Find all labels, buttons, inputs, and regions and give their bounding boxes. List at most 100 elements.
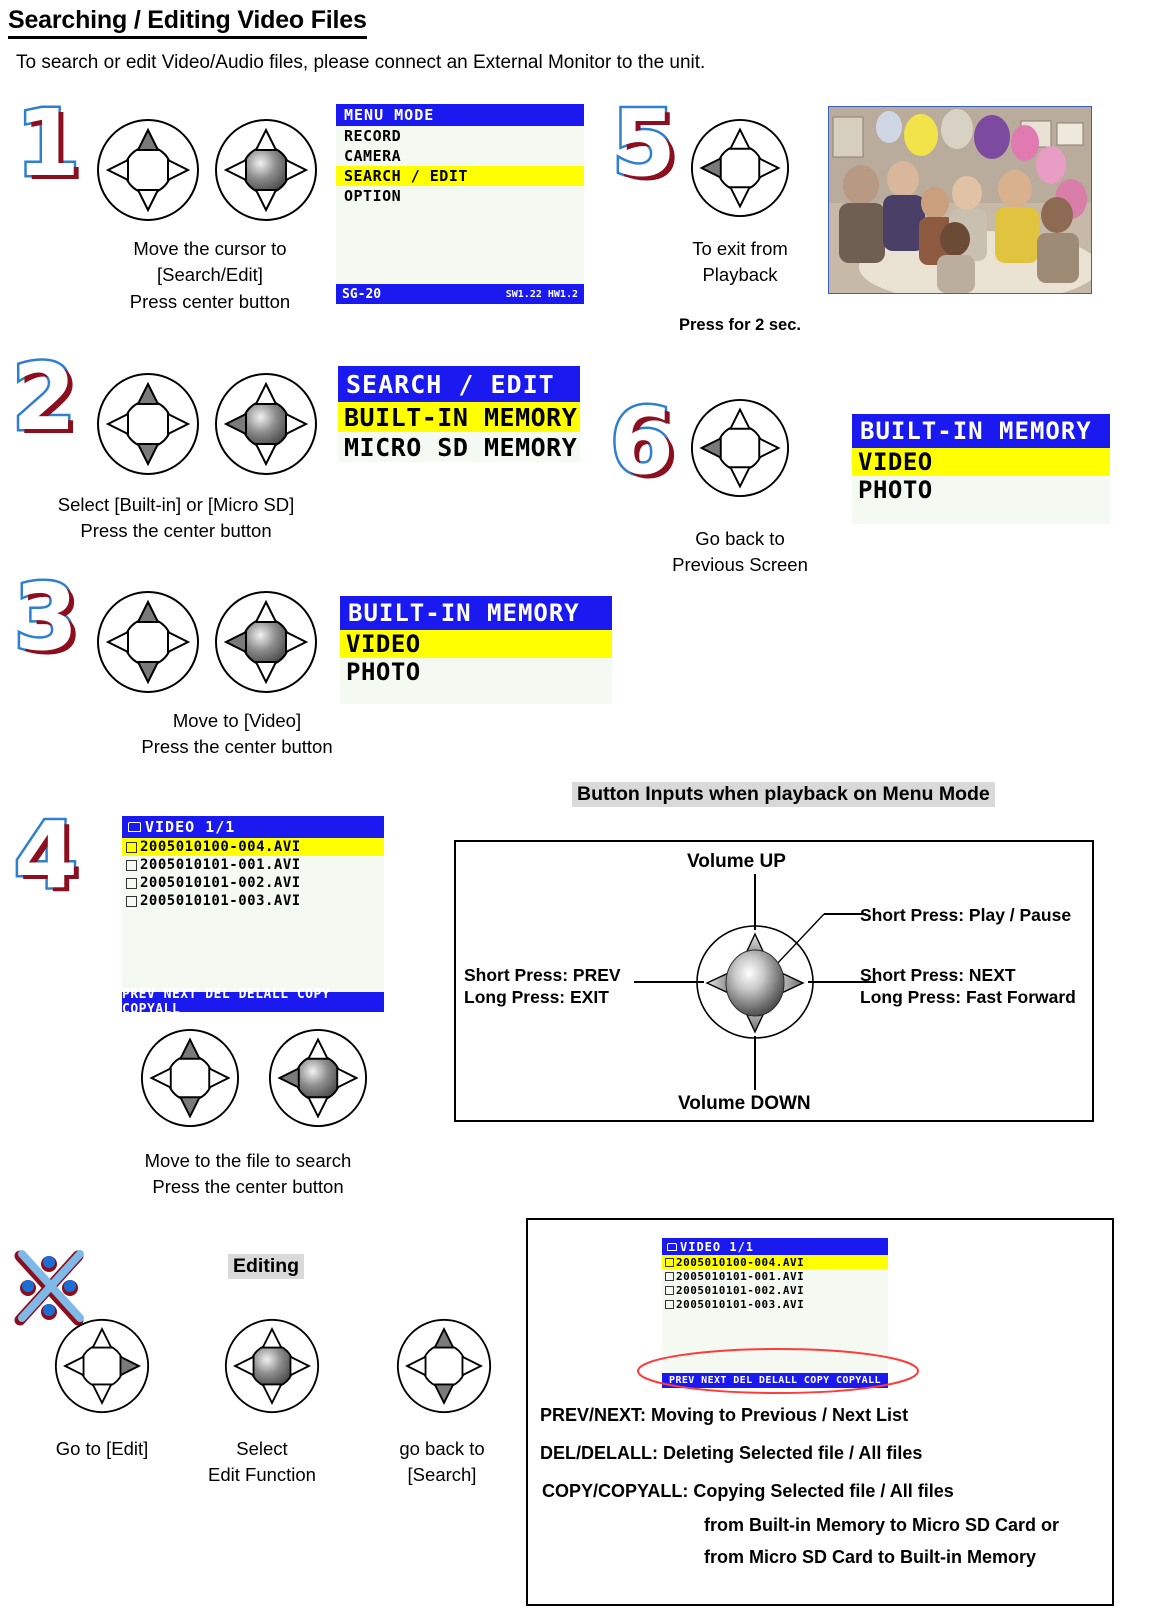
step3-caption-line-1: Move to [Video] bbox=[172, 710, 302, 731]
dpad-step6-left[interactable] bbox=[690, 398, 790, 498]
dpad-step4-up[interactable] bbox=[140, 1028, 240, 1128]
lcd-search-edit: SEARCH / EDIT BUILT-IN MEMORY MICRO SD M… bbox=[338, 366, 580, 476]
step-number-4: 4 bbox=[11, 802, 80, 909]
lcd-footbar: SG-20 SW1.22 HW1.2 bbox=[336, 284, 584, 304]
toolbar-info-line-2: DEL/DELALL: Deleting Selected file / All… bbox=[540, 1443, 923, 1463]
lcd-row-photo-2: PHOTO bbox=[858, 476, 933, 504]
lcd-row-record: RECORD bbox=[344, 127, 402, 145]
lcd-file-name-3: 2005010101-002.AVI bbox=[140, 875, 301, 891]
button-inputs-diagram: Volume UP Volume DOWN Short Press: PREV … bbox=[454, 840, 1094, 1122]
step4-caption-line-2: Press the center button bbox=[152, 1176, 344, 1198]
toolbar-info-line-5: from Micro SD Card to Built-in Memory bbox=[704, 1547, 1037, 1567]
lcd2-file-toolbar: PREV NEXT DEL DELALL COPY COPYALL bbox=[662, 1373, 888, 1388]
file-icon bbox=[665, 1271, 674, 1281]
step-number-2: 2 bbox=[9, 344, 78, 451]
step1-caption-line-2: [Search/Edit] bbox=[157, 264, 263, 286]
step1-caption-line-3: Press center button bbox=[129, 290, 291, 312]
dpad-step3-center[interactable] bbox=[214, 590, 318, 694]
lcd-row-built-in: BUILT-IN MEMORY bbox=[338, 402, 580, 432]
lcd-built-in-memory-2: BUILT-IN MEMORY VIDEO PHOTO bbox=[852, 414, 1110, 524]
lcd-file-row-3: 2005010101-002.AVI bbox=[122, 874, 384, 892]
lcd-file-name-2: 2005010101-001.AVI bbox=[140, 857, 301, 873]
lcd2-file-name-2: 2005010101-001.AVI bbox=[676, 1269, 805, 1283]
lcd-title-video-list: VIDEO 1/1 bbox=[122, 816, 384, 838]
edit-caption-2-line-1: Select bbox=[236, 1438, 288, 1459]
dpad-step1-up[interactable] bbox=[96, 118, 200, 222]
step1-caption: Move the cursor to [Search/Edit] Press c… bbox=[96, 236, 324, 315]
toolbar-info-line-1: PREV/NEXT: Moving to Previous / Next Lis… bbox=[540, 1405, 909, 1425]
lcd-title-search-edit: SEARCH / EDIT bbox=[338, 366, 580, 402]
lcd2-file-row-1: 2005010100-004.AVI bbox=[662, 1255, 888, 1269]
lcd-file-name-1: 2005010100-004.AVI bbox=[140, 839, 301, 855]
dpad-step3-up[interactable] bbox=[96, 590, 200, 694]
step2-caption: Select [Built-in] or [Micro SD] Press th… bbox=[26, 492, 326, 545]
lcd2-file-name-3: 2005010101-002.AVI bbox=[676, 1283, 805, 1297]
lcd-title: MENU MODE bbox=[336, 104, 584, 126]
lcd-file-name-4: 2005010101-003.AVI bbox=[140, 893, 301, 909]
toolbar-info-line-4: from Built-in Memory to Micro SD Card or bbox=[704, 1515, 1060, 1535]
lcd-video-list-2: VIDEO 1/1 2005010100-004.AVI 2005010101-… bbox=[662, 1238, 888, 1388]
file-icon bbox=[126, 841, 137, 853]
dpad-step2-center[interactable] bbox=[214, 372, 318, 476]
edit-caption-3-line-1: go back to bbox=[399, 1438, 485, 1459]
lcd-video-list: VIDEO 1/1 2005010100-004.AVI 2005010101-… bbox=[122, 816, 384, 1012]
step5-caption: To exit from Playback bbox=[646, 236, 834, 289]
lcd-title-video-list-2: VIDEO 1/1 bbox=[662, 1238, 888, 1255]
lcd-row-camera: CAMERA bbox=[344, 147, 402, 165]
step-number-3: 3 bbox=[11, 564, 80, 671]
dpad-step5-left[interactable] bbox=[690, 118, 790, 218]
edit-caption-2-line-2: Edit Function bbox=[208, 1464, 316, 1486]
step6-caption-line-2: Previous Screen bbox=[672, 554, 808, 576]
step3-caption: Move to [Video] Press the center button bbox=[92, 708, 382, 761]
edit-caption-3: go back to [Search] bbox=[360, 1436, 524, 1489]
lcd-row-micro-sd: MICRO SD MEMORY bbox=[338, 432, 580, 462]
step4-caption: Move to the file to search Press the cen… bbox=[106, 1148, 390, 1201]
toolbar-info-box: VIDEO 1/1 2005010100-004.AVI 2005010101-… bbox=[526, 1218, 1114, 1606]
button-inputs-heading: Button Inputs when playback on Menu Mode bbox=[572, 782, 995, 807]
file-icon bbox=[126, 859, 137, 871]
step-number-1: 1 bbox=[13, 90, 82, 197]
step2-caption-line-1: Select [Built-in] or [Micro SD] bbox=[57, 494, 295, 515]
lcd-row-video: VIDEO bbox=[340, 630, 612, 658]
dpad-edit-right[interactable] bbox=[54, 1318, 150, 1414]
edit-caption-3-line-2: [Search] bbox=[407, 1464, 477, 1486]
edit-caption-1: Go to [Edit] bbox=[20, 1436, 184, 1462]
page-title: Searching / Editing Video Files bbox=[8, 6, 367, 39]
step3-caption-line-2: Press the center button bbox=[141, 736, 333, 758]
lcd2-file-row-4: 2005010101-003.AVI bbox=[662, 1297, 888, 1311]
dpad-step4-center[interactable] bbox=[268, 1028, 368, 1128]
file-icon bbox=[126, 877, 137, 889]
lcd-row-photo: PHOTO bbox=[346, 658, 421, 686]
lcd-video-list-2-title-text: VIDEO 1/1 bbox=[680, 1239, 755, 1254]
file-icon bbox=[126, 895, 137, 907]
folder-icon bbox=[667, 1242, 677, 1251]
lcd-row-search-edit: SEARCH / EDIT bbox=[336, 166, 584, 186]
file-icon bbox=[665, 1257, 674, 1267]
dpad-step1-center[interactable] bbox=[214, 118, 318, 222]
dpad-edit-center[interactable] bbox=[224, 1318, 320, 1414]
lcd-row-option: OPTION bbox=[344, 187, 402, 205]
lcd-file-toolbar: PREV NEXT DEL DELALL COPY COPYALL bbox=[122, 987, 384, 1012]
lcd2-file-name-4: 2005010101-003.AVI bbox=[676, 1297, 805, 1311]
step-number-6: 6 bbox=[607, 388, 676, 495]
lcd-file-row-4: 2005010101-003.AVI bbox=[122, 892, 384, 910]
step5-caption-line-2: Playback bbox=[702, 264, 778, 286]
lcd2-file-name-1: 2005010100-004.AVI bbox=[676, 1255, 805, 1269]
dpad-step2-up[interactable] bbox=[96, 372, 200, 476]
lcd-model: SG-20 bbox=[342, 286, 382, 302]
intro-text: To search or edit Video/Audio files, ple… bbox=[16, 52, 706, 73]
lcd-title-bim-2: BUILT-IN MEMORY bbox=[852, 414, 1110, 448]
file-icon bbox=[665, 1285, 674, 1295]
lcd-version: SW1.22 HW1.2 bbox=[505, 288, 578, 300]
dpad-edit-updown[interactable] bbox=[396, 1318, 492, 1414]
lcd-file-row-2: 2005010101-001.AVI bbox=[122, 856, 384, 874]
file-icon bbox=[665, 1299, 674, 1309]
lcd2-file-row-2: 2005010101-001.AVI bbox=[662, 1269, 888, 1283]
step1-caption-line-1: Move the cursor to bbox=[133, 238, 287, 259]
step5-bold-note: Press for 2 sec. bbox=[679, 316, 801, 334]
step6-caption-line-1: Go back to bbox=[695, 528, 785, 549]
lcd-video-list-title-text: VIDEO 1/1 bbox=[145, 818, 236, 836]
edit-caption-1-line-1: Go to [Edit] bbox=[55, 1438, 149, 1459]
lcd-title-bim: BUILT-IN MEMORY bbox=[340, 596, 612, 630]
step6-caption: Go back to Previous Screen bbox=[646, 526, 834, 579]
